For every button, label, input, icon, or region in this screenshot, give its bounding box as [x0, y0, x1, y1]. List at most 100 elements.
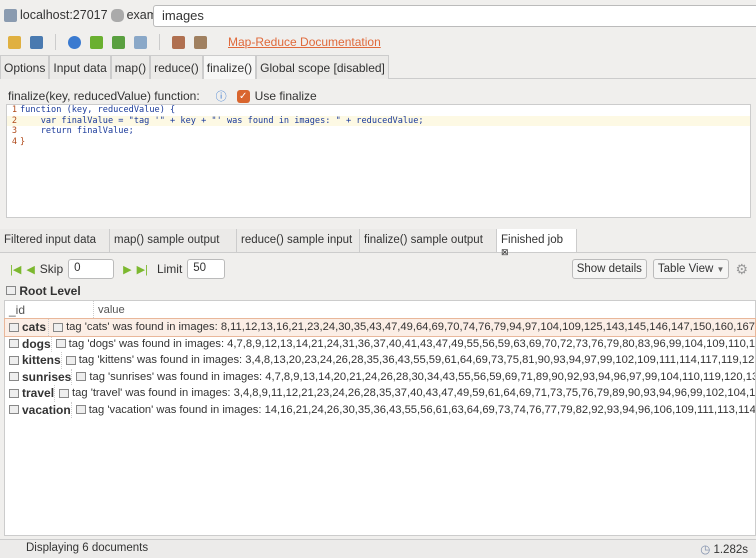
toolbar: Map-Reduce Documentation — [8, 34, 381, 50]
tab-label: Finished job — [501, 234, 564, 246]
value-text: tag 'dogs' was found in images: 4,7,8,9,… — [68, 337, 755, 350]
finalize-header: finalize(key, reducedValue) function: ⓘ … — [8, 88, 317, 104]
id-cell[interactable]: sunrises — [5, 368, 73, 385]
tab-finalize[interactable]: finalize() — [202, 55, 257, 79]
id-text: dogs — [22, 336, 51, 351]
use-finalize-label[interactable]: Use finalize — [255, 89, 317, 103]
id-cell[interactable]: cats — [5, 319, 50, 336]
output-icon[interactable] — [112, 35, 125, 49]
open-icon[interactable] — [8, 35, 21, 49]
separator — [55, 34, 56, 50]
collection-input[interactable]: images — [153, 5, 756, 27]
id-cell[interactable]: travel — [5, 385, 56, 402]
document-icon — [76, 372, 87, 382]
id-cell[interactable]: kittens — [5, 352, 62, 369]
connection-breadcrumb: localhost:27017 exam — [4, 8, 174, 22]
documentation-link[interactable]: Map-Reduce Documentation — [228, 35, 381, 49]
table-row[interactable]: vacation tag 'vacation' was found in imag… — [5, 401, 755, 418]
code-editor[interactable]: 1 function (key, reducedValue) { 2 var fi… — [6, 104, 751, 218]
value-text: tag 'travel' was found in images: 3,4,8,… — [72, 387, 755, 400]
table-header: _id value — [5, 301, 755, 319]
code-line: 4} — [11, 136, 26, 147]
document-icon — [9, 405, 19, 415]
table-row[interactable]: dogs tag 'dogs' was found in images: 4,7,… — [5, 335, 755, 352]
id-text: vacation — [22, 402, 71, 417]
view-value: Table View — [657, 263, 714, 275]
limit-input[interactable]: 50 — [187, 259, 226, 279]
code-line: 3 return finalValue; — [11, 126, 134, 136]
document-icon — [55, 339, 66, 349]
prev-page-icon[interactable]: ◀ — [26, 263, 34, 276]
id-text: kittens — [22, 353, 61, 368]
step-icon[interactable] — [90, 35, 103, 49]
value-text: tag 'vacation' was found in images: 14,1… — [88, 403, 755, 416]
last-page-icon[interactable]: ▶| — [137, 263, 148, 276]
value-text: tag 'kittens' was found in images: 3,4,8… — [78, 354, 755, 367]
tab-options[interactable]: Options — [0, 55, 50, 79]
paste-icon[interactable] — [172, 35, 185, 49]
info-icon[interactable]: ⓘ — [216, 88, 227, 104]
skip-label: Skip — [39, 262, 64, 276]
tab-reduce[interactable]: reduce() — [150, 55, 203, 79]
limit-label: Limit — [156, 262, 183, 276]
document-icon — [53, 322, 64, 332]
value-cell[interactable]: tag 'vacation' was found in images: 14,1… — [72, 404, 755, 416]
value-text: tag 'sunrises' was found in images: 4,7,… — [89, 370, 755, 383]
tab-reduce-input[interactable]: reduce() sample input — [237, 229, 360, 252]
tab-finished-job[interactable]: Finished job ⊠ — [497, 229, 577, 257]
id-text: travel — [22, 386, 55, 401]
value-cell[interactable]: tag 'dogs' was found in images: 4,7,8,9,… — [52, 338, 755, 350]
skip-input[interactable]: 0 — [68, 259, 115, 279]
editor-tabs: Options Input data map() reduce() finali… — [0, 55, 756, 79]
column-header-value[interactable]: value — [94, 304, 125, 316]
copy-icon[interactable] — [194, 35, 207, 49]
id-text: sunrises — [22, 369, 72, 384]
document-icon — [9, 322, 19, 332]
table-row[interactable]: cats tag 'cats' was found in images: 8,11… — [4, 318, 756, 337]
value-cell[interactable]: tag 'cats' was found in images: 8,11,12,… — [49, 321, 755, 333]
tab-map-output[interactable]: map() sample output — [110, 229, 237, 252]
clear-icon[interactable] — [134, 35, 147, 49]
id-cell[interactable]: vacation — [5, 401, 72, 418]
tab-input-data[interactable]: Input data — [49, 55, 111, 79]
tab-map[interactable]: map() — [110, 55, 151, 79]
document-icon — [9, 372, 19, 382]
document-icon — [9, 339, 19, 349]
gear-icon[interactable]: ⚙ — [735, 261, 748, 278]
result-tabs: Filtered input data map() sample output … — [0, 229, 756, 257]
pager: |◀ ◀ Skip 0 ▶ ▶| Limit 50 — [10, 259, 226, 279]
run-icon[interactable] — [68, 35, 81, 49]
table-row[interactable]: kittens tag 'kittens' was found in images… — [5, 352, 755, 369]
tab-global-scope[interactable]: Global scope [disabled] — [256, 55, 389, 79]
use-finalize-checkbox[interactable]: ✓ — [236, 89, 250, 103]
table-row[interactable]: travel tag 'travel' was found in images: … — [5, 385, 755, 402]
root-level-breadcrumb[interactable]: Root Level — [6, 284, 81, 298]
value-cell[interactable]: tag 'travel' was found in images: 3,4,8,… — [55, 387, 755, 399]
time-value: 1.282s — [713, 544, 748, 556]
code-line: 2 var finalValue = "tag '" + key + "' wa… — [7, 115, 750, 126]
elapsed-time: ◷ 1.282s — [700, 542, 748, 556]
document-icon — [9, 388, 19, 398]
host-label: localhost:27017 — [20, 8, 108, 22]
column-header-id[interactable]: _id — [5, 301, 94, 318]
save-icon[interactable] — [30, 35, 43, 49]
results-table: _id value cats tag 'cats' was found in im… — [4, 300, 756, 536]
close-icon[interactable]: ⊠ — [501, 247, 509, 257]
status-bar: Displaying 6 documents ◷ 1.282s — [0, 539, 756, 558]
document-icon — [59, 388, 70, 398]
tab-filtered-input[interactable]: Filtered input data — [0, 229, 110, 252]
first-page-icon[interactable]: |◀ — [10, 263, 21, 276]
value-cell[interactable]: tag 'sunrises' was found in images: 4,7,… — [72, 371, 755, 383]
value-cell[interactable]: tag 'kittens' was found in images: 3,4,8… — [62, 354, 755, 366]
separator — [159, 34, 160, 50]
next-page-icon[interactable]: ▶ — [123, 263, 131, 276]
table-row[interactable]: sunrises tag 'sunrises' was found in imag… — [5, 368, 755, 385]
tab-finalize-output[interactable]: finalize() sample output — [360, 229, 497, 252]
view-select[interactable]: Table View ▼ — [652, 259, 730, 279]
id-cell[interactable]: dogs — [5, 335, 52, 352]
status-text: Displaying 6 documents — [26, 542, 149, 554]
view-controls: Show details Table View ▼ ⚙ — [571, 259, 748, 279]
finalize-label: finalize(key, reducedValue) function: — [8, 89, 200, 103]
id-text: cats — [22, 320, 47, 335]
show-details-button[interactable]: Show details — [571, 259, 647, 279]
